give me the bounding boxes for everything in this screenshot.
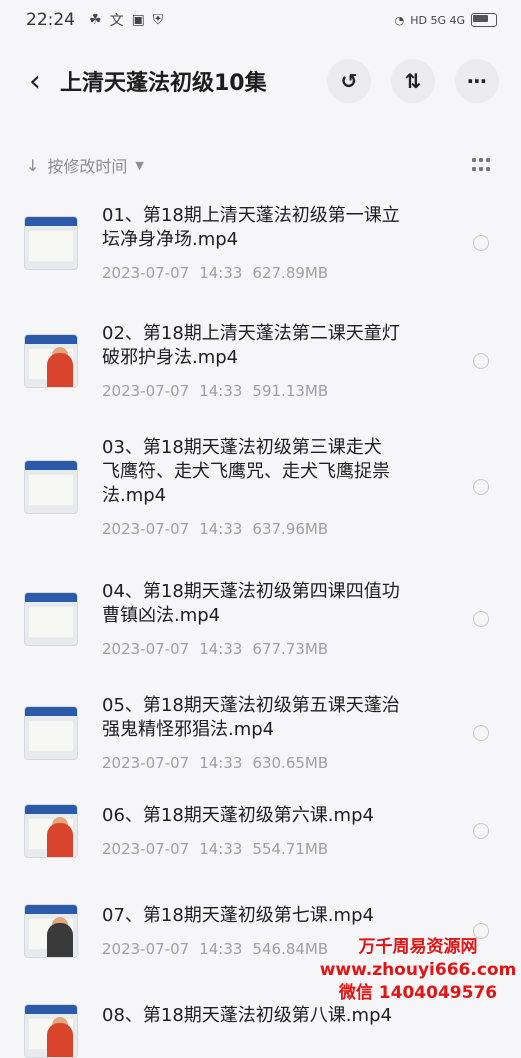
file-time: 14:33 — [199, 382, 243, 400]
select-radio[interactable] — [473, 235, 489, 251]
select-radio[interactable] — [473, 823, 489, 839]
file-meta: 2023-07-07 14:33 677.73MB — [102, 640, 328, 658]
file-name: 05、第18期天蓬法初级第五课天蓬治 强鬼精怪邪猖法.mp4 — [102, 695, 400, 740]
file-size: 627.89MB — [252, 264, 329, 282]
video-thumbnail — [24, 904, 78, 958]
file-size: 591.13MB — [252, 382, 329, 400]
file-date: 2023-07-07 — [102, 382, 190, 400]
network-indicators: HD 5G 4G — [410, 13, 465, 27]
back-button[interactable]: ‹ — [20, 61, 50, 101]
file-name: 01、第18期上清天蓬法初级第一课立 坛净身净场.mp4 — [102, 205, 400, 250]
history-button[interactable]: ↺ — [327, 59, 371, 103]
file-size: 677.73MB — [252, 640, 329, 658]
file-date: 2023-07-07 — [102, 940, 190, 958]
watermark-line1: 万千周易资源网 — [358, 937, 478, 957]
translate-icon: 文 — [109, 13, 124, 29]
file-date: 2023-07-07 — [102, 640, 190, 658]
file-meta: 2023-07-07 14:33 591.13MB — [102, 382, 328, 400]
sort-label: 按修改时间 — [47, 157, 128, 176]
status-left: 22:24 ☘ 文 ▣ ⛨ — [26, 10, 163, 30]
status-right: ◔ HD 5G 4G — [395, 13, 497, 27]
clover-icon: ☘ — [89, 12, 102, 28]
file-date: 2023-07-07 — [102, 754, 190, 772]
status-bar: 22:24 ☘ 文 ▣ ⛨ ◔ HD 5G 4G — [0, 0, 521, 40]
select-radio[interactable] — [473, 611, 489, 627]
video-thumbnail — [24, 1004, 78, 1058]
file-meta: 2023-07-07 14:33 630.65MB — [102, 754, 328, 772]
select-radio[interactable] — [473, 479, 489, 495]
video-thumbnail — [24, 460, 78, 514]
select-radio[interactable] — [473, 353, 489, 369]
file-size: 546.84MB — [252, 940, 329, 958]
file-time: 14:33 — [199, 754, 243, 772]
status-time: 22:24 — [26, 10, 75, 30]
file-name: 02、第18期上清天蓬法第二课天童灯 破邪护身法.mp4 — [102, 323, 400, 368]
file-meta: 2023-07-07 14:33 554.71MB — [102, 840, 328, 858]
file-name: 07、第18期天蓬初级第七课.mp4 — [102, 905, 374, 926]
video-thumbnail — [24, 334, 78, 388]
select-radio[interactable] — [473, 725, 489, 741]
file-name: 06、第18期天蓬初级第六课.mp4 — [102, 805, 374, 826]
watermark-line2: www.zhouyi666.com — [319, 960, 517, 980]
more-button[interactable]: ⋯ — [455, 59, 499, 103]
file-time: 14:33 — [199, 940, 243, 958]
watermark-line3: 微信 1404049576 — [338, 983, 498, 1003]
grid-view-icon[interactable] — [472, 158, 490, 172]
file-meta: 2023-07-07 14:33 637.96MB — [102, 520, 328, 538]
file-name: 03、第18期天蓬法初级第三课走犬 飞鹰符、走犬飞鹰咒、走犬飞鹰捉祟 法.mp4 — [102, 437, 390, 506]
video-thumbnail — [24, 592, 78, 646]
file-time: 14:33 — [199, 264, 243, 282]
header: ‹ 上清天蓬法初级10集 ↺ ⇅ ⋯ — [0, 52, 521, 110]
chevron-down-icon: ▼ — [135, 158, 144, 172]
file-name: 08、第18期天蓬法初级第八课.mp4 — [102, 1005, 392, 1026]
chevron-left-icon: ‹ — [29, 63, 41, 99]
file-date: 2023-07-07 — [102, 840, 190, 858]
shield-icon: ⛨ — [152, 12, 164, 28]
video-thumbnail — [24, 804, 78, 858]
history-icon: ↺ — [340, 69, 358, 93]
watermark: 万千周易资源网 www.zhouyi666.com 微信 1404049576 — [318, 936, 518, 1005]
page-title: 上清天蓬法初级10集 — [60, 71, 267, 96]
sort-button[interactable]: ⇅ — [391, 59, 435, 103]
video-thumbnail — [24, 706, 78, 760]
file-name: 04、第18期天蓬法初级第四课四值功 曹镇凶法.mp4 — [102, 581, 400, 626]
file-size: 637.96MB — [252, 520, 329, 538]
arrow-down-icon: ↓ — [26, 155, 40, 175]
file-date: 2023-07-07 — [102, 520, 190, 538]
file-time: 14:33 — [199, 640, 243, 658]
file-meta: 2023-07-07 14:33 546.84MB — [102, 940, 328, 958]
file-meta: 2023-07-07 14:33 627.89MB — [102, 264, 328, 282]
file-size: 554.71MB — [252, 840, 329, 858]
battery-icon — [471, 13, 497, 27]
speed-icon: ◔ — [394, 13, 405, 27]
sort-bar[interactable]: ↓ 按修改时间 ▼ — [26, 150, 496, 180]
file-date: 2023-07-07 — [102, 264, 190, 282]
file-time: 14:33 — [199, 520, 243, 538]
file-time: 14:33 — [199, 840, 243, 858]
more-icon: ⋯ — [467, 69, 487, 93]
video-thumbnail — [24, 216, 78, 270]
file-size: 630.65MB — [252, 754, 329, 772]
sort-arrows-icon: ⇅ — [404, 69, 422, 93]
translate-box-icon: ▣ — [131, 12, 145, 28]
